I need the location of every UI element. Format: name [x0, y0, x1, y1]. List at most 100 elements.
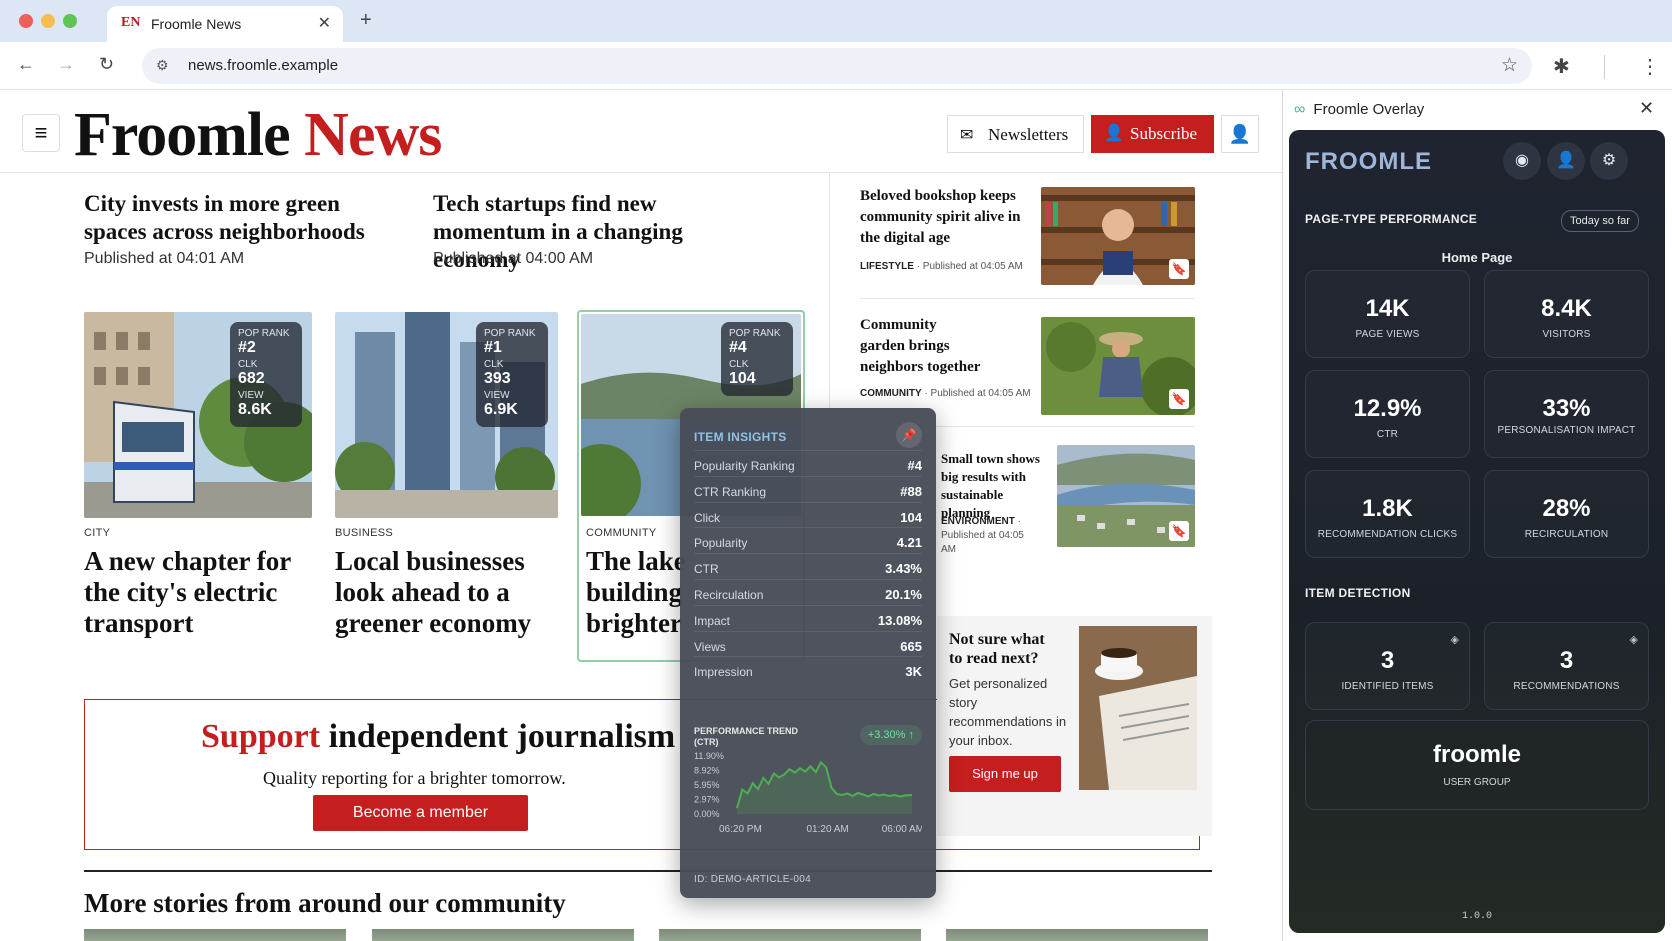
popularity-badge: POP RANK #1 CLK 393 VIEW 6.9K [476, 322, 548, 427]
bookmark-icon[interactable]: 🔖 [1169, 389, 1189, 409]
close-icon[interactable]: ✕ [1639, 98, 1654, 119]
insight-value: #4 [907, 458, 922, 473]
side-story-image[interactable]: 🔖 [1041, 187, 1195, 285]
site-settings-icon[interactable]: ⚙ [156, 57, 169, 74]
bookmark-icon[interactable]: 🔖 [1169, 521, 1189, 541]
x-tick-label: 06:20 PM [719, 824, 762, 835]
metric-card: 8.4K VISITORS [1484, 270, 1649, 358]
newspaper-illustration [1079, 626, 1197, 790]
address-bar[interactable]: ⚙ news.froomle.example ☆ [142, 48, 1532, 84]
side-story-image[interactable]: 🔖 [1041, 317, 1195, 415]
pin-icon[interactable]: 📌 [896, 422, 922, 448]
y-tick-label: 2.97% [694, 795, 720, 805]
site-logo[interactable]: Froomle News [74, 100, 442, 171]
froomle-logo: FROOMLE [1305, 148, 1432, 175]
top-story-published: Published at 04:00 AM [433, 250, 594, 267]
minimize-window-button[interactable] [41, 14, 55, 28]
popularity-badge: POP RANK #4 CLK 104 [721, 322, 793, 396]
metric-value: 33% [1542, 395, 1591, 422]
story-thumbnail[interactable] [84, 929, 346, 941]
view-value: 6.9K [484, 401, 518, 418]
star-icon[interactable]: ☆ [1501, 54, 1518, 77]
insight-row: Click 104 [694, 501, 922, 529]
side-story-category: ENVIRONMENT [941, 516, 1015, 527]
story-thumbnail[interactable] [946, 929, 1208, 941]
pop-rank-value: #2 [238, 339, 256, 356]
view-value: 8.6K [238, 401, 272, 418]
newsletters-button[interactable]: ✉ Newsletters [947, 115, 1084, 153]
target-icon: ◈ [1450, 634, 1459, 646]
insight-value: 3.43% [885, 561, 922, 577]
side-story-title[interactable]: Community garden brings neighbors togeth… [860, 315, 985, 378]
card-title[interactable]: A new chapter for the city's electric tr… [84, 546, 314, 639]
tab-title: Froomle News [151, 16, 242, 32]
insight-value: 3K [905, 664, 922, 680]
pop-rank-label: POP RANK [729, 328, 781, 339]
gear-icon[interactable]: ⚙ [1590, 142, 1628, 180]
top-story-published: Published at 04:01 AM [84, 250, 245, 267]
side-story-title[interactable]: Small town shows big results with sustai… [941, 450, 1053, 522]
trend-area [737, 762, 912, 814]
sign-me-up-button[interactable]: Sign me up [949, 756, 1061, 792]
metric-label: RECIRCULATION [1524, 529, 1609, 540]
side-story-published: · Published at 04:05 AM [913, 261, 1023, 272]
new-tab-icon[interactable]: + [360, 9, 372, 32]
detection-card[interactable]: ◈ 3 RECOMMENDATIONS [1484, 622, 1649, 710]
maximize-window-button[interactable] [63, 14, 77, 28]
bookmark-icon[interactable]: 🔖 [1169, 259, 1189, 279]
subscribe-button[interactable]: 👤 Subscribe [1091, 115, 1214, 153]
news-page: ≡ Froomle News ✉ Newsletters 👤 Subscribe… [0, 90, 1282, 941]
metric-card: 33% PERSONALISATION IMPACT [1484, 370, 1649, 458]
side-story-image[interactable]: 🔖 [1057, 445, 1195, 547]
reload-icon[interactable]: ↻ [99, 54, 114, 75]
card-title[interactable]: Local businesses look ahead to a greener… [335, 546, 565, 639]
period-selector[interactable]: Today so far [1561, 210, 1639, 232]
insight-label: Impact [694, 613, 731, 628]
insight-row: Views 665 [694, 630, 922, 658]
side-story-title[interactable]: Beloved bookshop keeps community spirit … [860, 186, 1025, 249]
user-group-label: USER GROUP [1443, 777, 1511, 788]
froomle-overlay: FROOMLE ◉ 👤 ⚙ PAGE-TYPE PERFORMANCE Toda… [1289, 130, 1665, 933]
card-image-towers[interactable]: POP RANK #1 CLK 393 VIEW 6.9K [335, 312, 558, 518]
eye-icon[interactable]: ◉ [1503, 142, 1541, 180]
side-story-published: · Published at 04:05 AM [921, 388, 1031, 399]
detection-label: IDENTIFIED ITEMS [1341, 681, 1434, 692]
metric-value: 8.4K [1541, 295, 1592, 322]
close-tab-icon[interactable]: ✕ [318, 13, 331, 33]
metric-card: 28% RECIRCULATION [1484, 470, 1649, 558]
metric-label: VISITORS [1542, 329, 1591, 340]
side-story-published: Published at 04:05 AM [941, 530, 1024, 555]
newsletter-promo: Not sure what to read next? Get personal… [937, 616, 1212, 836]
forward-icon[interactable]: → [57, 54, 75, 75]
page-performance-heading: PAGE-TYPE PERFORMANCE [1305, 212, 1478, 226]
y-tick-label: 5.95% [694, 780, 720, 790]
metric-value: 12.9% [1353, 395, 1422, 422]
detection-card[interactable]: ◈ 3 IDENTIFIED ITEMS [1305, 622, 1470, 710]
menu-icon[interactable]: ⋮ [1640, 54, 1660, 79]
metric-label: RECOMMENDATION CLICKS [1317, 529, 1458, 540]
account-button[interactable]: 👤 [1221, 115, 1259, 153]
hamburger-menu-button[interactable]: ≡ [22, 114, 60, 152]
back-icon[interactable]: ← [17, 54, 35, 75]
user-group-card: froomle USER GROUP [1305, 720, 1649, 810]
insight-label: Views [694, 639, 726, 654]
side-story-meta: ENVIRONMENT · Published at 04:05 AM [941, 515, 1041, 557]
become-member-button[interactable]: Become a member [313, 795, 528, 831]
story-thumbnail[interactable] [372, 929, 634, 941]
top-story-title[interactable]: City invests in more green spaces across… [84, 190, 404, 246]
browser-tab[interactable]: EN Froomle News ✕ [107, 6, 343, 42]
insight-value: 665 [900, 638, 922, 654]
support-rest: independent journalism [320, 718, 676, 755]
card-image-tram[interactable]: POP RANK #2 CLK 682 VIEW 8.6K [84, 312, 312, 518]
extensions-icon[interactable]: ✱ [1553, 54, 1570, 79]
close-window-button[interactable] [19, 14, 33, 28]
insight-row: Recirculation 20.1% [694, 579, 922, 606]
story-thumbnail[interactable] [659, 929, 921, 941]
insight-label: Recirculation [694, 588, 764, 602]
mail-icon: ✉ [960, 127, 974, 144]
user-icon: 👤 [1104, 125, 1124, 142]
insight-value: 13.08% [877, 612, 922, 628]
item-detection-heading: ITEM DETECTION [1305, 586, 1411, 600]
insight-label: CTR Ranking [694, 484, 767, 499]
user-icon[interactable]: 👤 [1547, 142, 1585, 180]
